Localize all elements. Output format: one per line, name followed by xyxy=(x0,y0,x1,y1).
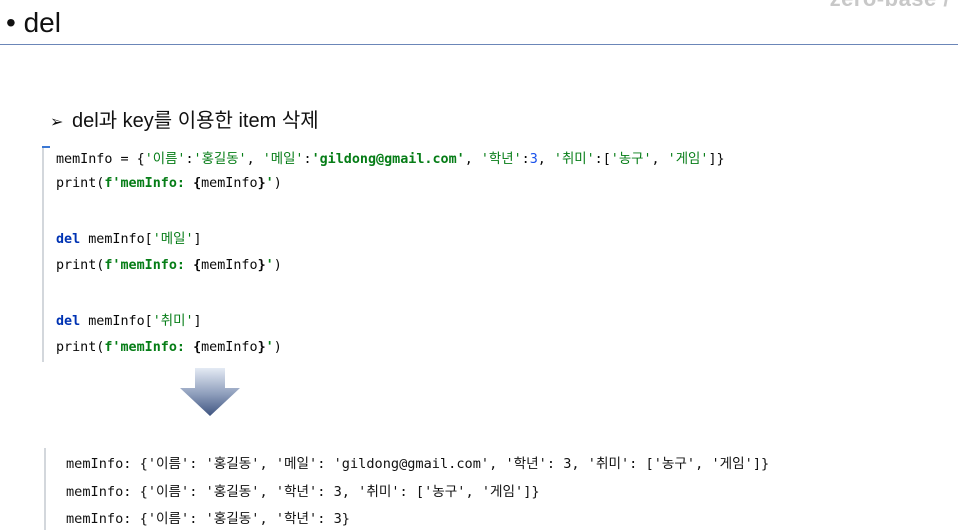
arrow-bullet-icon: ➢ xyxy=(50,114,64,131)
console-output-panel: memInfo: {'이름': '홍길동', '메일': 'gildong@gm… xyxy=(44,448,944,530)
code-line-1: memInfo = {'이름':'홍길동', '메일':'gildong@gma… xyxy=(56,152,725,167)
editor-caret xyxy=(42,146,50,148)
slide-title: • del xyxy=(6,7,61,38)
brand-logo-text: zero-base / xyxy=(830,0,950,12)
code-line-5: print(f'memInfo: {memInfo}') xyxy=(56,258,282,273)
output-line-2: memInfo: {'이름': '홍길동', '학년': 3, '취미': ['… xyxy=(66,484,540,500)
down-arrow-icon xyxy=(180,368,240,416)
code-line-7: del memInfo['취미'] xyxy=(56,314,202,329)
code-line-2: print(f'memInfo: {memInfo}') xyxy=(56,176,282,191)
section-heading: ➢ del과 key를 이용한 item 삭제 xyxy=(50,108,319,136)
code-line-4: del memInfo['메일'] xyxy=(56,232,202,247)
code-editor-panel: memInfo = {'이름':'홍길동', '메일':'gildong@gma… xyxy=(42,146,912,362)
code-line-8: print(f'memInfo: {memInfo}') xyxy=(56,340,282,355)
title-divider xyxy=(0,44,958,45)
output-line-3: memInfo: {'이름': '홍길동', '학년': 3} xyxy=(66,511,350,527)
section-heading-text: del과 key를 이용한 item 삭제 xyxy=(72,110,319,132)
output-line-1: memInfo: {'이름': '홍길동', '메일': 'gildong@gm… xyxy=(66,456,770,472)
